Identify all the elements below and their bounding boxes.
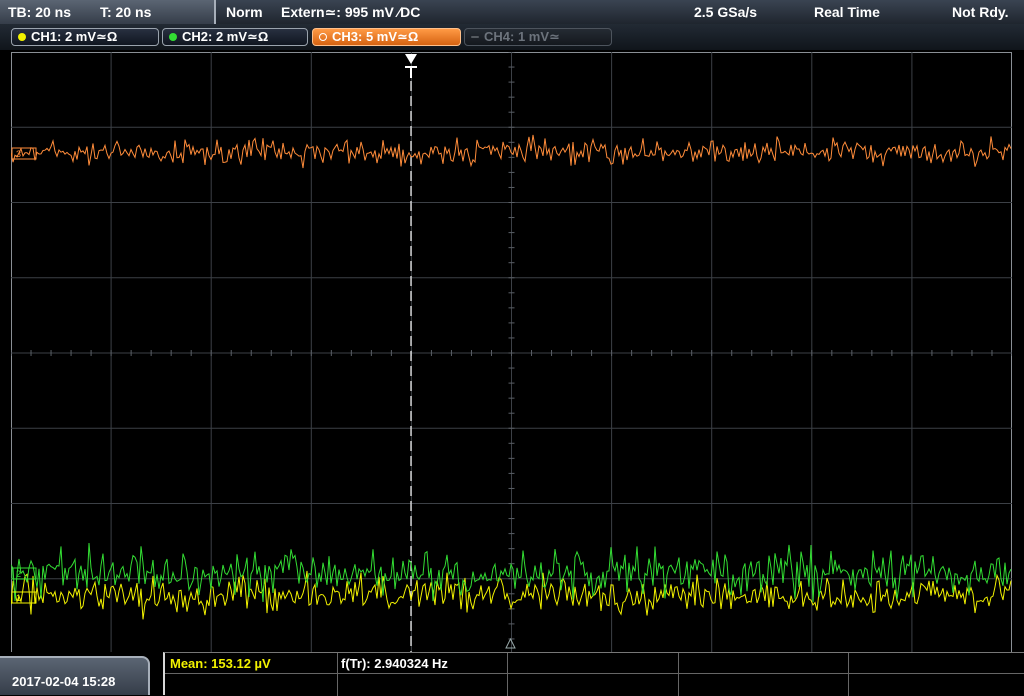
channel-3-label: CH3: 5 mV≃Ω — [332, 29, 419, 44]
channel-3-marker-label: 3 — [16, 149, 21, 159]
status-bar: TB: 20 ns T: 20 ns Norm Extern≃: 995 mV … — [0, 0, 1024, 25]
channel-1-marker-label: 1 — [16, 593, 21, 603]
sample-rate: 2.5 GSa/s — [694, 4, 758, 20]
timebase-label: TB: 20 ns — [8, 4, 72, 20]
measurement-divider-2 — [507, 653, 508, 696]
timebase-box[interactable]: TB: 20 ns T: 20 ns — [0, 0, 216, 24]
datetime-label: 2017-02-04 15:28 — [12, 674, 116, 689]
measurement-divider-h — [165, 673, 1024, 674]
trigger-time-label: T: 20 ns — [100, 4, 152, 20]
channel-3-indicator-icon — [319, 32, 327, 41]
trigger-position-marker-icon[interactable] — [405, 54, 417, 78]
measurement-frequency[interactable]: f(Tr): 2.940324 Hz — [341, 656, 448, 671]
channel-4-label: CH4: 1 mV≃ — [484, 29, 560, 44]
channel-2-button[interactable]: CH2: 2 mV≃Ω — [162, 28, 308, 46]
waveform-screen[interactable]: 3 2 1 — [11, 52, 1012, 654]
measurement-mean[interactable]: Mean: 153.12 µV — [170, 656, 271, 671]
channel-1-button[interactable]: CH1: 2 mV≃Ω — [11, 28, 159, 46]
trigger-source[interactable]: Extern≃: 995 mV ∕DC — [281, 4, 420, 21]
acquisition-mode[interactable]: Real Time — [814, 4, 880, 20]
channel-2-marker-label: 2 — [16, 569, 21, 579]
channel-4-button[interactable]: CH4: 1 mV≃ — [464, 28, 612, 46]
channel-bar: CH1: 2 mV≃Ω CH2: 2 mV≃Ω CH3: 5 mV≃Ω CH4:… — [0, 24, 1024, 50]
channel-1-indicator-icon — [18, 32, 26, 41]
trigger-mode[interactable]: Norm — [226, 4, 263, 20]
channel-4-indicator-icon — [471, 35, 479, 38]
run-state: Not Rdy. — [952, 4, 1009, 20]
measurement-divider-3 — [678, 653, 679, 696]
channel-2-indicator-icon — [169, 32, 177, 41]
datetime-box: 2017-02-04 15:28 — [0, 656, 150, 695]
channel-1-label: CH1: 2 mV≃Ω — [31, 29, 118, 44]
measurement-panel[interactable]: Mean: 153.12 µV f(Tr): 2.940324 Hz — [163, 652, 1024, 696]
trigger-level-marker-icon — [505, 637, 516, 649]
measurement-divider-4 — [848, 653, 849, 696]
channel-2-label: CH2: 2 mV≃Ω — [182, 29, 269, 44]
channel-3-button[interactable]: CH3: 5 mV≃Ω — [312, 28, 461, 46]
measurement-divider-1 — [337, 653, 338, 696]
